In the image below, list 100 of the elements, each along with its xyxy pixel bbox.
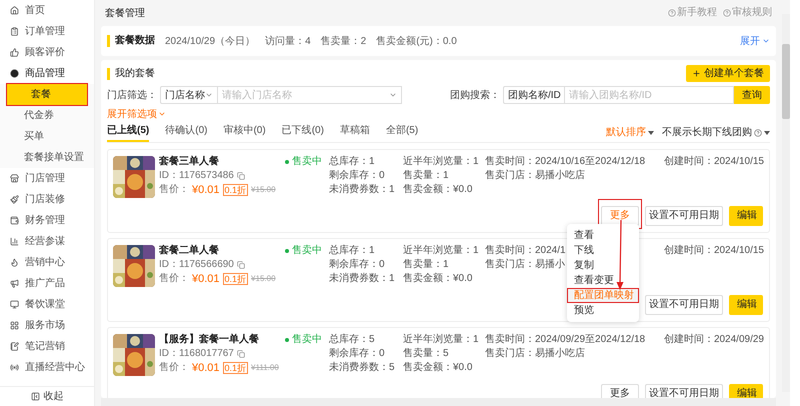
- stats-value: 售卖量：2: [320, 34, 366, 48]
- group-search-field[interactable]: 请输入团购名称/ID: [564, 86, 734, 104]
- submenu-item[interactable]: 代金券: [0, 105, 94, 126]
- sidebar-item[interactable]: 首页: [25, 6, 45, 16]
- sales-info: 售卖量：1: [403, 259, 449, 271]
- page-title: 套餐管理: [105, 6, 145, 20]
- price-label: 售价：: [159, 273, 189, 285]
- offline-filter-dropdown[interactable]: 不展示长期下线团购: [662, 128, 752, 138]
- sidebar-item[interactable]: 订单管理: [25, 26, 65, 36]
- more-button[interactable]: 更多: [601, 384, 639, 398]
- sidebar-item[interactable]: 直播经营中心: [25, 362, 85, 372]
- status-tab[interactable]: 已下线(0): [282, 124, 324, 142]
- unavailable-dates-button[interactable]: 设置不可用日期: [645, 206, 723, 226]
- stock-info: 剩余库存：0: [329, 259, 385, 271]
- created-time: 创建时间：2024/09/29: [664, 334, 764, 347]
- unavailable-dates-button[interactable]: 设置不可用日期: [645, 384, 723, 398]
- create-package-button[interactable]: 创建单个套餐: [686, 65, 770, 82]
- sidebar-item[interactable]: 门店管理: [25, 174, 65, 184]
- status-tab[interactable]: 已上线(5): [107, 124, 150, 142]
- flame-icon: [10, 258, 19, 267]
- edit-button[interactable]: 编辑: [729, 206, 763, 226]
- stats-title: 套餐数据: [107, 35, 155, 47]
- status-tab[interactable]: 待确认(0): [165, 124, 208, 142]
- sidebar-item[interactable]: 门店装修: [25, 194, 65, 204]
- menu-item[interactable]: 下线: [567, 243, 639, 258]
- copy-icon[interactable]: [236, 261, 245, 269]
- status-tab[interactable]: 审核中(0): [223, 124, 266, 142]
- stock-info: 未消费券数：1: [329, 273, 395, 285]
- stock-info: 总库存：5: [329, 334, 375, 346]
- store-filter-select[interactable]: 门店名称: [160, 86, 218, 104]
- package-id: ID：1168017767: [159, 348, 234, 360]
- sidebar-item[interactable]: 笔记营销: [25, 342, 65, 352]
- package-title: 套餐二单人餐: [159, 245, 220, 257]
- status-label: 售卖中: [292, 156, 322, 168]
- stats-value: 售卖金额(元)：0.0: [376, 34, 457, 48]
- collapse-button[interactable]: 收起: [44, 392, 64, 402]
- menu-item[interactable]: 查看变更: [567, 273, 639, 288]
- help-icon: [754, 129, 762, 137]
- stock-info: 未消费券数：1: [329, 184, 395, 196]
- status-tab[interactable]: 全部(5): [386, 124, 418, 142]
- sale-period-info: 售卖门店：易播小: [485, 259, 565, 271]
- price: ¥0.01: [192, 273, 220, 285]
- search-button[interactable]: 查询: [734, 86, 770, 104]
- copy-icon[interactable]: [236, 350, 245, 358]
- store-search-field[interactable]: 请输入门店名称: [217, 86, 402, 104]
- sidebar-item[interactable]: 餐饮课堂: [25, 300, 65, 310]
- sidebar-item[interactable]: 顾客评价: [25, 48, 65, 58]
- edit-button[interactable]: 编辑: [729, 295, 763, 315]
- status-label: 售卖中: [292, 245, 322, 257]
- unavailable-dates-button[interactable]: 设置不可用日期: [645, 295, 723, 315]
- sales-info: 售卖金额：¥0.0: [403, 362, 472, 374]
- expand-link[interactable]: 展开: [740, 34, 760, 48]
- status-tab[interactable]: 草稿箱: [340, 124, 370, 142]
- filter-label: 团购搜索：: [450, 88, 500, 102]
- wallet-icon: [10, 216, 19, 225]
- stats-value: 访问量：4: [265, 34, 311, 48]
- collapse-icon: [30, 392, 40, 401]
- submenu-item[interactable]: 套餐: [7, 84, 87, 105]
- price-label: 售价：: [159, 184, 189, 196]
- home-icon: [10, 6, 19, 15]
- original-price: ¥111.00: [251, 363, 279, 373]
- sidebar-item[interactable]: 商品管理: [25, 68, 65, 78]
- stock-info: 总库存：1: [329, 245, 375, 257]
- broadcast-icon: [10, 363, 19, 372]
- chevron-icon: [158, 110, 166, 118]
- submenu-item[interactable]: 买单: [0, 126, 94, 147]
- megaphone-icon: [10, 279, 19, 288]
- filter-label: 门店筛选：: [107, 88, 157, 102]
- sidebar-item[interactable]: 营销中心: [25, 258, 65, 268]
- sidebar-item[interactable]: 服务市场: [25, 320, 65, 330]
- sale-period-info: 售卖时间：2024/09/29至2024/12/18: [485, 334, 646, 346]
- sales-info: 售卖量：1: [403, 170, 449, 182]
- sales-info: 售卖量：5: [403, 348, 449, 360]
- vertical-scrollbar[interactable]: [782, 14, 790, 392]
- edit-button[interactable]: 编辑: [729, 384, 763, 398]
- sidebar-item[interactable]: 财务管理: [25, 216, 65, 226]
- menu-item[interactable]: 查看: [567, 228, 639, 243]
- price-label: 售价：: [159, 362, 189, 374]
- grid-icon: [10, 321, 19, 330]
- chevron-icon: [389, 91, 397, 99]
- discount-tag: 0.1折: [222, 184, 248, 196]
- caret-icon: [648, 131, 654, 135]
- horizontal-scrollbar[interactable]: [101, 398, 776, 406]
- group-search-select[interactable]: 团购名称/ID: [503, 86, 565, 104]
- submenu-item[interactable]: 套餐接单设置: [0, 147, 94, 168]
- sidebar-item[interactable]: 经营参谋: [25, 236, 65, 246]
- menu-item[interactable]: 复制: [567, 258, 639, 273]
- discount-tag: 0.1折: [222, 273, 248, 285]
- sale-period-info: 售卖门店：易播小吃店: [485, 170, 585, 182]
- sales-info: 近半年浏览量：1: [403, 156, 479, 168]
- stock-info: 剩余库存：0: [329, 170, 385, 182]
- copy-icon[interactable]: [236, 172, 245, 180]
- sidebar-item[interactable]: 推广产品: [25, 278, 65, 288]
- help-icon: [723, 9, 731, 17]
- caret-icon: [764, 131, 770, 135]
- created-time: 创建时间：2024/10/15: [664, 245, 764, 258]
- thumbs-up-icon: [10, 48, 19, 57]
- store-icon: [10, 174, 19, 183]
- stock-info: 剩余库存：0: [329, 348, 385, 360]
- menu-item[interactable]: 预览: [567, 303, 639, 318]
